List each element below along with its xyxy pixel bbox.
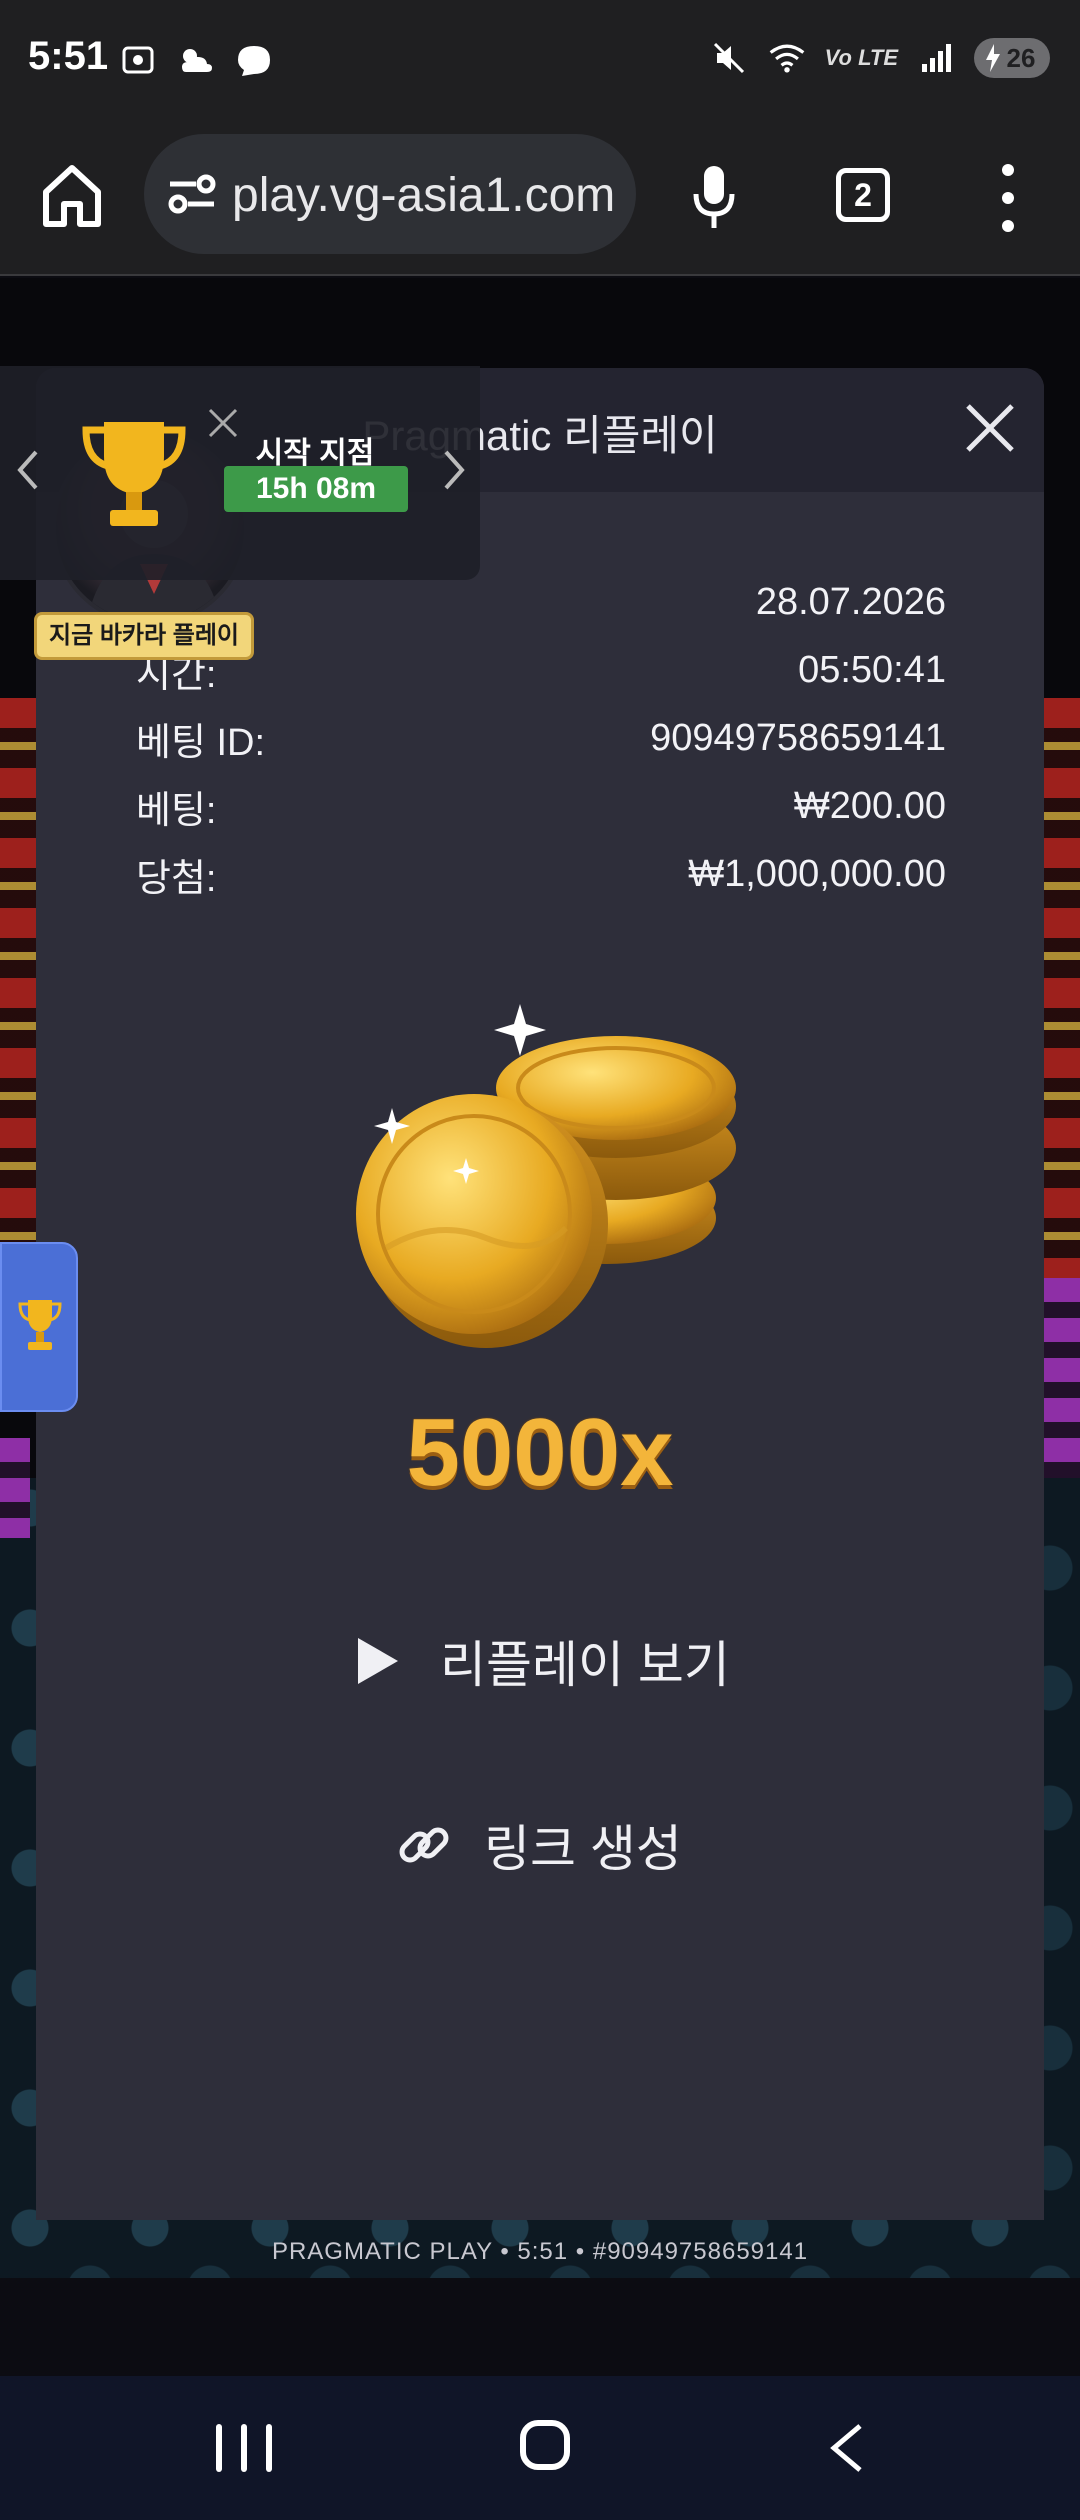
left-decoration [0, 698, 36, 1298]
info-row-bet: 베팅: ₩200.00 [136, 772, 946, 840]
browser-menu-button[interactable] [996, 164, 1020, 232]
info-value: ₩1,000,000.00 [688, 852, 946, 895]
close-icon [966, 404, 1014, 452]
watch-replay-label: 리플레이 보기 [440, 1637, 730, 1693]
address-bar[interactable]: play.vg-asia1.com [144, 134, 636, 254]
browser-toolbar: play.vg-asia1.com 2 [0, 120, 1080, 276]
info-label: 베팅 ID: [136, 721, 266, 764]
tournament-widget: 시작 지점 15h 08m [0, 366, 480, 580]
status-time: 5:51 [28, 34, 109, 78]
url-text[interactable]: play.vg-asia1.com [232, 168, 615, 223]
microphone-icon [693, 166, 735, 228]
tournament-timer: 15h 08m [224, 466, 408, 512]
watch-replay-button[interactable]: 리플레이 보기 [356, 1616, 776, 1706]
status-bar: 5:51 Vo LTE 26 [0, 0, 1080, 120]
voice-search-button[interactable] [690, 164, 738, 232]
info-value: ₩200.00 [793, 784, 946, 827]
gold-coins-icon [356, 1004, 736, 1348]
chevron-right-icon[interactable] [440, 448, 468, 492]
left-decoration-purple [0, 1438, 30, 1538]
status-right-icons: Vo LTE 26 [709, 38, 1050, 78]
info-label: 당첨: [136, 857, 217, 900]
status-left-icons [118, 40, 274, 80]
play-baccarat-badge[interactable]: 지금 바카라 플레이 [34, 612, 254, 660]
create-link-button[interactable]: 링크 생성 [396, 1800, 736, 1890]
wifi-icon [767, 38, 807, 78]
menu-dot [1002, 192, 1014, 204]
nav-home-button[interactable] [520, 2420, 570, 2470]
home-icon [43, 165, 101, 227]
info-label: 베팅: [136, 789, 217, 832]
info-row-time: 시간: 05:50:41 [136, 636, 946, 704]
recents-bar [216, 2424, 222, 2472]
signal-icon [916, 38, 956, 78]
info-value: 05:50:41 [798, 648, 946, 691]
screenshot-icon [118, 40, 158, 80]
messenger-icon [234, 40, 274, 80]
info-row-bet-id: 베팅 ID: 90949758659141 [136, 704, 946, 772]
chevron-left-icon[interactable] [14, 448, 42, 492]
menu-dot [1002, 220, 1014, 232]
site-settings-icon[interactable] [166, 170, 218, 218]
weather-icon [176, 40, 216, 80]
home-button[interactable] [40, 160, 104, 232]
right-decoration [1044, 698, 1080, 1298]
mute-icon [709, 38, 749, 78]
trophy-icon [82, 422, 186, 526]
recents-bar [266, 2424, 272, 2472]
right-decoration-purple [1044, 1278, 1080, 1478]
recent-apps-button[interactable] [216, 2424, 272, 2472]
charging-icon [986, 44, 1000, 72]
bet-info: 28.07.2026 시간: 05:50:41 베팅 ID: 909497586… [136, 568, 946, 908]
menu-dot [1002, 164, 1014, 176]
create-link-label: 링크 생성 [484, 1821, 682, 1877]
info-row-win: 당첨: ₩1,000,000.00 [136, 840, 946, 908]
back-icon[interactable] [826, 2422, 866, 2474]
info-value: 28.07.2026 [755, 580, 946, 623]
play-icon [358, 1638, 398, 1684]
game-footer-text: PRAGMATIC PLAY • 5:51 • #90949758659141 [271, 2238, 809, 2265]
battery-level: 26 [1006, 42, 1036, 73]
network-type: Vo LTE [824, 45, 898, 70]
win-multiplier: 5000x [406, 1399, 674, 1506]
tab-switcher-button[interactable]: 2 [836, 168, 890, 222]
side-tournament-tab[interactable] [0, 1242, 78, 1412]
recents-bar [241, 2424, 247, 2472]
link-icon [399, 1827, 449, 1863]
trophy-icon [18, 1300, 62, 1350]
close-button[interactable] [960, 398, 1020, 458]
system-navigation-bar [0, 2376, 1080, 2520]
info-value: 90949758659141 [650, 716, 946, 759]
battery-indicator: 26 [974, 38, 1050, 78]
